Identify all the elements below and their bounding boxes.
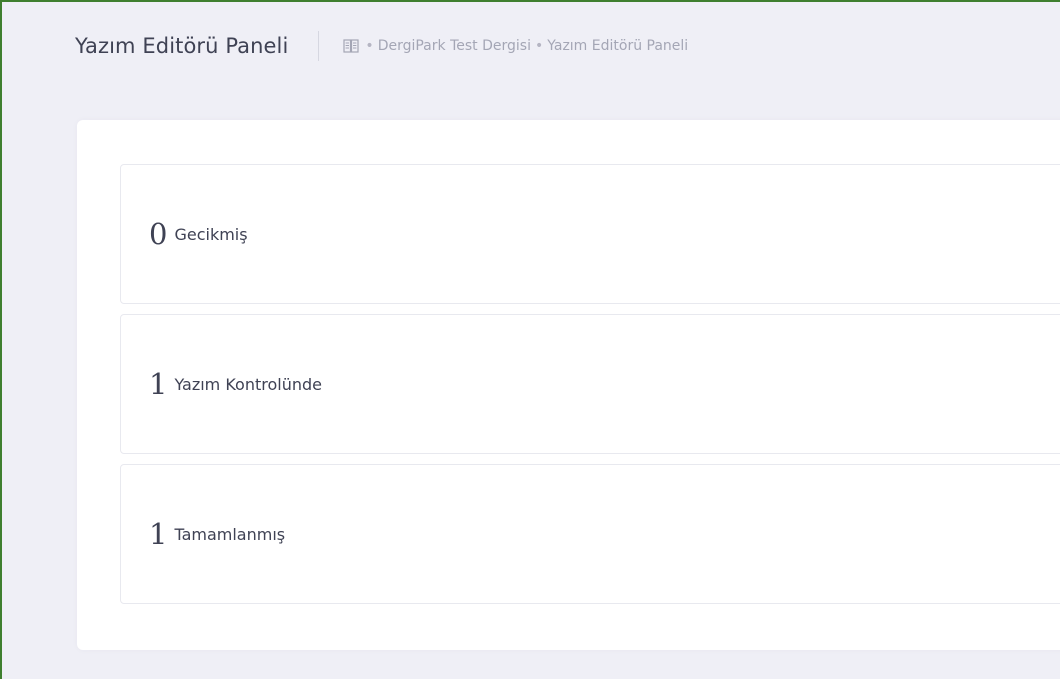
stat-in-proofreading[interactable]: 1 Yazım Kontrolünde	[120, 314, 1060, 454]
header-divider	[318, 31, 320, 61]
stat-label: Yazım Kontrolünde	[174, 374, 322, 394]
stat-label: Gecikmiş	[174, 224, 248, 244]
page-frame: Yazım Editörü Paneli • DergiPark Test De…	[2, 2, 1060, 679]
stat-delayed[interactable]: 0 Gecikmiş	[120, 164, 1060, 304]
stat-value: 0	[149, 216, 168, 251]
page-header: Yazım Editörü Paneli • DergiPark Test De…	[75, 26, 688, 66]
stat-value: 1	[149, 366, 168, 401]
stat-value: 1	[149, 516, 168, 551]
stats-card: 0 Gecikmiş 1 Yazım Kontrolünde 1 Tamamla…	[77, 120, 1060, 650]
stat-label: Tamamlanmış	[174, 524, 286, 544]
breadcrumb-separator: •	[534, 38, 544, 54]
book-icon	[341, 36, 361, 56]
breadcrumb-separator: •	[365, 38, 374, 54]
page-title: Yazım Editörü Paneli	[75, 34, 289, 58]
breadcrumb-current: Yazım Editörü Paneli	[547, 38, 689, 54]
stat-completed[interactable]: 1 Tamamlanmış	[120, 464, 1060, 604]
breadcrumb-journal[interactable]: DergiPark Test Dergisi	[378, 38, 531, 54]
